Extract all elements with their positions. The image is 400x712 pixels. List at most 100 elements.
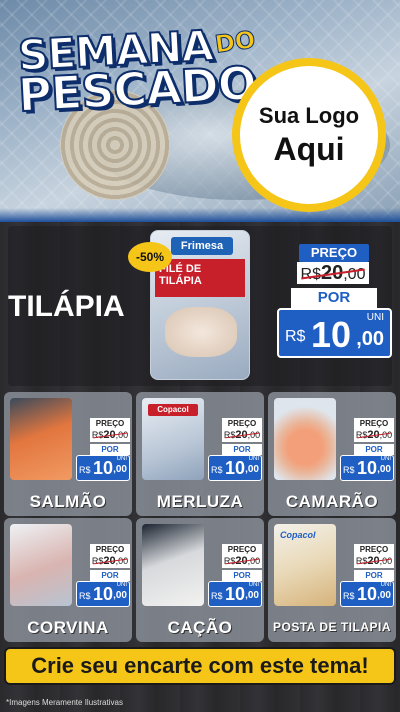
hero-product-name: TILÁPIA	[8, 290, 125, 323]
por-label: POR	[354, 570, 394, 581]
product-card-merluza[interactable]: Copacol PREÇO R$20,00 POR UNI R$ 10,00 MER…	[136, 392, 264, 516]
unit-label: UNI	[116, 456, 127, 462]
price-label: PREÇO	[90, 418, 130, 429]
product-card-salmao[interactable]: PREÇO R$20,00 POR UNI R$ 10,00 SALMÃO	[4, 392, 132, 516]
old-price-dec: ,00	[379, 556, 393, 566]
old-price-dec: ,00	[379, 430, 393, 440]
old-price: R$20,00	[222, 429, 262, 442]
old-price: R$20,00	[297, 262, 369, 284]
price-label: PREÇO	[222, 544, 262, 555]
disclaimer-footnote: *Imagens Meramente Ilustrativas	[6, 698, 123, 707]
old-price-prefix: R$	[355, 556, 368, 566]
old-price-prefix: R$	[91, 430, 104, 440]
old-price: R$20,00	[354, 555, 394, 568]
cta-banner[interactable]: Crie seu encarte com este tema!	[4, 647, 396, 685]
unit-label: UNI	[380, 456, 391, 462]
old-price-int: 20	[367, 429, 380, 441]
product-name: CAÇÃO	[167, 618, 233, 637]
old-price-dec: ,00	[115, 556, 129, 566]
new-price-dec: ,00	[356, 328, 384, 350]
new-price-dec: ,00	[113, 590, 127, 601]
currency-label: R$	[343, 591, 355, 601]
currency-label: R$	[211, 591, 223, 601]
price-label: PREÇO	[299, 244, 369, 262]
new-price-int: 10	[311, 314, 352, 355]
discount-badge: -50%	[128, 242, 172, 272]
package-brand: Frimesa	[171, 237, 233, 255]
product-card-corvina[interactable]: PREÇO R$20,00 POR UNI R$ 10,00 CORVINA	[4, 518, 132, 642]
old-price-dec: ,00	[247, 430, 261, 440]
new-price: UNI R$ 10,00	[208, 455, 262, 481]
price-label: PREÇO	[354, 418, 394, 429]
old-price-dec: ,00	[115, 430, 129, 440]
product-name: CORVINA	[27, 618, 109, 637]
new-price: UNI R$ 10,00	[340, 581, 394, 607]
product-card-camarao[interactable]: PREÇO R$20,00 POR UNI R$ 10,00 CAMARÃO	[268, 392, 396, 516]
header-bottom-band	[0, 208, 400, 222]
new-price-dec: ,00	[377, 464, 391, 475]
new-price-dec: ,00	[245, 464, 259, 475]
new-price: UNI R$ 10,00	[76, 581, 130, 607]
new-price-dec: ,00	[377, 590, 391, 601]
product-card-posta-de-tilapia[interactable]: Copacol PREÇO R$20,00 POR UNI R$ 10,00 POS…	[268, 518, 396, 642]
old-price-int: 20	[367, 555, 380, 567]
product-card-cacao[interactable]: PREÇO R$20,00 POR UNI R$ 10,00 CAÇÃO	[136, 518, 264, 642]
old-price: R$20,00	[222, 555, 262, 568]
old-price: R$20,00	[90, 555, 130, 568]
old-price-prefix: R$	[223, 556, 236, 566]
new-price-int: 10	[357, 458, 378, 478]
old-price-dec: ,00	[343, 266, 366, 283]
logo-text-line2: Aqui	[273, 130, 345, 167]
product-name: CAMARÃO	[285, 492, 379, 511]
old-price-prefix: R$	[300, 266, 321, 283]
old-price-dec: ,00	[247, 556, 261, 566]
new-price: UNI R$ 10 ,00	[277, 308, 392, 358]
product-name: SALMÃO	[29, 492, 107, 511]
product-name: POSTA DE TILAPIA	[272, 620, 391, 634]
unit-label: UNI	[248, 456, 259, 462]
currency-label: R$	[343, 465, 355, 475]
fillet-image	[165, 307, 237, 357]
por-label: POR	[222, 570, 262, 581]
posta-tilapia-image: Copacol	[274, 524, 336, 606]
salmon-image	[10, 398, 72, 480]
old-price-int: 20	[320, 262, 344, 284]
por-label: POR	[90, 570, 130, 581]
currency-label: R$	[79, 591, 91, 601]
new-price-int: 10	[225, 584, 246, 604]
package-brand: Copacol	[148, 404, 198, 416]
old-price: R$20,00	[90, 429, 130, 442]
unit-label: UNI	[366, 312, 384, 323]
title-line2: PESCADO	[16, 55, 258, 123]
unit-label: UNI	[116, 582, 127, 588]
header-banner: SEMANADO PESCADO Sua Logo Aqui	[0, 0, 400, 222]
product-name: MERLUZA	[156, 492, 244, 511]
por-label: POR	[222, 444, 262, 455]
new-price-dec: ,00	[245, 590, 259, 601]
por-label: POR	[354, 444, 394, 455]
currency-label: R$	[285, 328, 306, 345]
new-price: UNI R$ 10,00	[76, 455, 130, 481]
old-price-int: 20	[235, 555, 248, 567]
unit-label: UNI	[380, 582, 391, 588]
new-price: UNI R$ 10,00	[340, 455, 394, 481]
campaign-title: SEMANADO PESCADO	[16, 20, 258, 123]
flyer-page: SEMANADO PESCADO Sua Logo Aqui TILÁPIA F…	[0, 0, 400, 712]
price-label: PREÇO	[222, 418, 262, 429]
por-label: POR	[291, 288, 377, 308]
logo-placeholder[interactable]: Sua Logo Aqui	[232, 58, 386, 212]
new-price: UNI R$ 10,00	[208, 581, 262, 607]
new-price-dec: ,00	[113, 464, 127, 475]
old-price-prefix: R$	[223, 430, 236, 440]
merluza-image: Copacol	[142, 398, 204, 480]
logo-inner: Sua Logo Aqui	[240, 66, 378, 204]
price-label: PREÇO	[90, 544, 130, 555]
old-price: R$20,00	[354, 429, 394, 442]
new-price-int: 10	[93, 458, 114, 478]
old-price-int: 20	[103, 555, 116, 567]
title-do: DO	[213, 25, 258, 59]
new-price-int: 10	[357, 584, 378, 604]
old-price-prefix: R$	[355, 430, 368, 440]
hero-price-tag: PREÇO R$20,00 POR UNI R$ 10 ,00	[277, 244, 392, 358]
unit-label: UNI	[248, 582, 259, 588]
